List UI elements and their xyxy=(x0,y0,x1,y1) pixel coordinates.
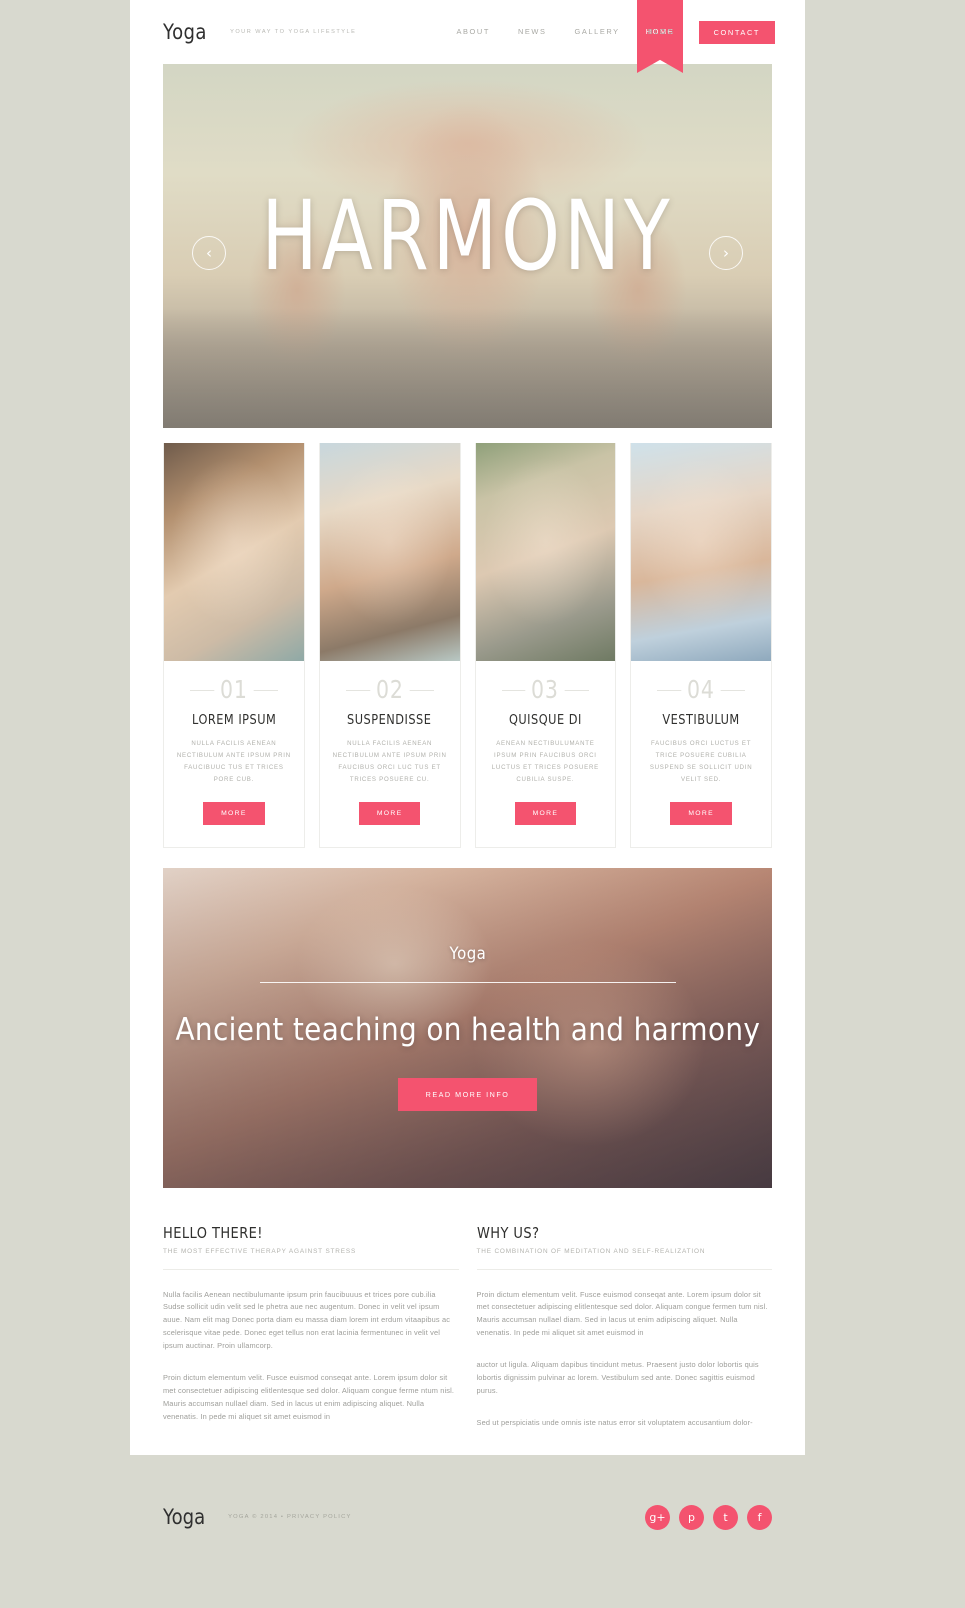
promo-read-more-button[interactable]: READ MORE INFO xyxy=(397,1078,538,1112)
card-body: 04 VESTIBULUM FAUCIBUS ORCI LUCTUS ET TR… xyxy=(631,661,771,847)
card-image xyxy=(319,443,460,661)
card-number: 02 xyxy=(370,677,410,703)
card-more-button[interactable]: MORE xyxy=(358,801,421,825)
page-root: Yoga YOUR WAY TO YOGA LIFESTYLE HOME ABO… xyxy=(0,0,965,1608)
card-more-button[interactable]: MORE xyxy=(670,801,732,825)
promo-kicker: Yoga xyxy=(449,943,486,964)
site-footer: Yoga YOGA © 2014 • PRIVACY POLICY g+ p t… xyxy=(0,1455,965,1608)
site-header: Yoga YOUR WAY TO YOGA LIFESTYLE HOME ABO… xyxy=(130,0,805,73)
column-paragraph: Nulla facilis Aenean nectibulumante ipsu… xyxy=(163,1289,451,1351)
nav-item-news[interactable]: NEWS xyxy=(504,0,561,64)
feature-card: 04 VESTIBULUM FAUCIBUS ORCI LUCTUS ET TR… xyxy=(630,443,772,848)
card-more-button[interactable]: MORE xyxy=(514,801,577,825)
feature-card: 03 QUISQUE DI AENEAN NECTIBULUMANTE IPSU… xyxy=(474,443,617,848)
card-description: FAUCIBUS ORCI LUCTUS ET TRICE POSUERE CU… xyxy=(649,740,753,783)
card-body: 02 SUSPENDISSE NULLA FACILIS AENEAN NECT… xyxy=(320,661,460,847)
card-body: 03 QUISQUE DI AENEAN NECTIBULUMANTE IPSU… xyxy=(476,661,616,847)
promo-headline: Ancient teaching on health and harmony xyxy=(175,1011,760,1048)
pinterest-icon[interactable]: p xyxy=(679,1504,704,1530)
site-tagline: YOUR WAY TO YOGA LIFESTYLE xyxy=(230,29,357,35)
column-heading: HELLO THERE! xyxy=(163,1223,263,1242)
nav-item-gallery[interactable]: GALLERY xyxy=(561,0,634,64)
card-title: VESTIBULUM xyxy=(662,712,740,728)
promo-banner: Yoga Ancient teaching on health and harm… xyxy=(163,867,772,1188)
column-why-us: WHY US? THE COMBINATION OF MEDITATION AN… xyxy=(476,1223,772,1431)
column-hello-there: HELLO THERE! THE MOST EFFECTIVE THERAPY … xyxy=(163,1224,459,1431)
feature-card: 02 SUSPENDISSE NULLA FACILIS AENEAN NECT… xyxy=(318,443,461,848)
card-number: 01 xyxy=(214,677,254,703)
card-title: LOREM IPSUM xyxy=(191,712,277,728)
column-paragraph: Proin dictum elementum velit. Fusce euis… xyxy=(476,1289,768,1338)
card-title: SUSPENDISSE xyxy=(347,712,432,728)
card-image xyxy=(164,443,304,661)
text-columns: HELLO THERE! THE MOST EFFECTIVE THERAPY … xyxy=(163,1224,772,1431)
promo-divider xyxy=(259,981,676,983)
hero-title: HARMONY xyxy=(261,180,674,292)
footer-logo[interactable]: Yoga xyxy=(163,1505,205,1529)
facebook-icon[interactable]: f xyxy=(747,1504,772,1530)
hero-gradient-overlay xyxy=(163,308,772,428)
promo-content: Yoga Ancient teaching on health and harm… xyxy=(163,868,772,1188)
card-number-wrap: 04 xyxy=(643,677,759,703)
nav-item-about[interactable]: ABOUT xyxy=(442,0,503,64)
main-navigation: HOME ABOUT NEWS GALLERY BLOG CONTACT xyxy=(386,0,775,64)
hero-next-arrow-icon[interactable]: › xyxy=(709,236,743,270)
card-number-wrap: 01 xyxy=(176,677,292,703)
card-title: QUISQUE DI xyxy=(508,712,582,728)
column-paragraph: Sed ut perspiciatis unde omnis iste natu… xyxy=(476,1418,753,1428)
card-number: 04 xyxy=(681,677,721,703)
site-logo[interactable]: Yoga xyxy=(163,20,207,44)
social-links: g+ p t f xyxy=(645,1504,772,1530)
card-number-wrap: 02 xyxy=(332,677,448,703)
card-more-button[interactable]: MORE xyxy=(203,801,265,825)
card-description: NULLA FACILIS AENEAN NECTIBULUM ANTE IPS… xyxy=(176,740,291,783)
card-image xyxy=(631,443,771,661)
footer-inner: Yoga YOGA © 2014 • PRIVACY POLICY g+ p t… xyxy=(130,1497,805,1537)
card-image xyxy=(475,443,616,661)
feature-cards: 01 LOREM IPSUM NULLA FACILIS AENEAN NECT… xyxy=(163,443,772,848)
column-subheading: THE MOST EFFECTIVE THERAPY AGAINST STRES… xyxy=(163,1248,459,1270)
card-number-wrap: 03 xyxy=(488,677,604,703)
card-description: AENEAN NECTIBULUMANTE IPSUM PRIN FAUCIBU… xyxy=(491,740,599,783)
footer-copyright: YOGA © 2014 • PRIVACY POLICY xyxy=(228,1514,352,1520)
content-sheet: Yoga YOUR WAY TO YOGA LIFESTYLE HOME ABO… xyxy=(130,0,805,1455)
column-heading: WHY US? xyxy=(476,1223,539,1242)
column-paragraph: Proin dictum elementum velit. Fusce euis… xyxy=(163,1373,455,1422)
twitter-icon[interactable]: t xyxy=(713,1504,738,1530)
hero-prev-arrow-icon[interactable]: ‹ xyxy=(192,236,226,270)
nav-contact-button[interactable]: CONTACT xyxy=(698,20,775,44)
feature-card: 01 LOREM IPSUM NULLA FACILIS AENEAN NECT… xyxy=(163,443,305,848)
hero-slider: HARMONY ‹ › xyxy=(163,64,772,428)
column-paragraph: auctor ut ligula. Aliquam dapibus tincid… xyxy=(476,1360,759,1396)
column-subheading: THE COMBINATION OF MEDITATION AND SELF-R… xyxy=(476,1248,772,1270)
card-body: 01 LOREM IPSUM NULLA FACILIS AENEAN NECT… xyxy=(164,661,304,847)
nav-item-blog[interactable]: BLOG xyxy=(634,0,689,64)
card-number: 03 xyxy=(525,677,565,703)
card-description: NULLA FACILIS AENEAN NECTIBULUM ANTE IPS… xyxy=(332,740,447,783)
googleplus-icon[interactable]: g+ xyxy=(645,1504,670,1530)
